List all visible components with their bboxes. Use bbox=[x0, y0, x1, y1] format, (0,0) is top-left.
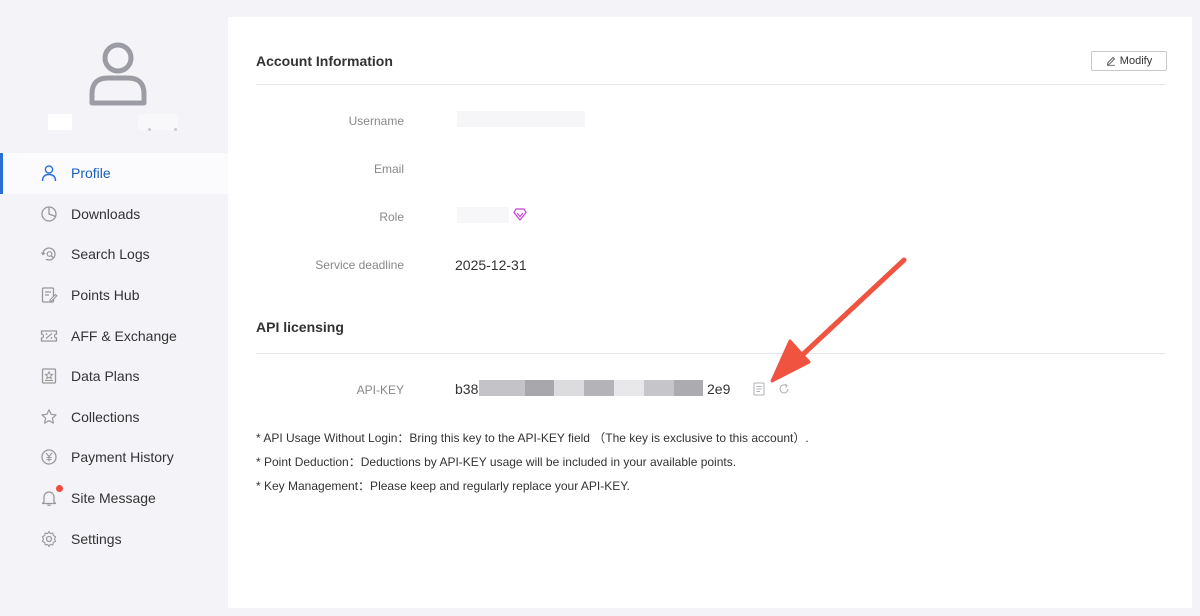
sidebar-item-label: Search Logs bbox=[71, 246, 150, 263]
sidebar-item-search-logs[interactable]: Search Logs bbox=[0, 234, 228, 275]
unread-badge bbox=[56, 484, 63, 492]
sidebar-item-downloads[interactable]: Downloads bbox=[0, 194, 228, 235]
refresh-icon bbox=[779, 383, 789, 394]
modify-label: Modify bbox=[1119, 55, 1153, 67]
sidebar-item-label: Payment History bbox=[71, 449, 174, 466]
service-deadline-value: 2025-12-31 bbox=[455, 257, 527, 273]
modify-button[interactable]: Modify bbox=[1091, 51, 1167, 71]
service-deadline-label: Service deadline bbox=[315, 258, 404, 272]
email-value-redacted bbox=[457, 159, 557, 175]
main-panel: Account Information Modify Username Emai… bbox=[228, 17, 1192, 608]
api-note-key-management: * Key Management：Please keep and regular… bbox=[256, 479, 630, 493]
api-note-usage: * API Usage Without Login：Bring this key… bbox=[256, 431, 809, 445]
sidebar-item-label: Downloads bbox=[71, 205, 141, 222]
role-label: Role bbox=[379, 210, 404, 224]
api-licensing-title: API licensing bbox=[256, 319, 344, 335]
edit-document-icon bbox=[40, 286, 58, 304]
diamond-icon bbox=[513, 208, 527, 221]
pie-chart-icon bbox=[40, 205, 58, 223]
email-label: Email bbox=[373, 162, 404, 176]
sidebar-item-label: Settings bbox=[71, 530, 122, 547]
api-note-point-deduction: * Point Deduction：Deductions by API-KEY … bbox=[256, 455, 737, 469]
sidebar-item-points-hub[interactable]: Points Hub bbox=[0, 275, 228, 316]
sidebar-item-aff-exchange[interactable]: AFF & Exchange bbox=[0, 315, 228, 356]
role-value-redacted bbox=[457, 207, 509, 223]
sidebar-item-label: Points Hub bbox=[71, 287, 140, 304]
username-value-redacted bbox=[457, 111, 585, 127]
api-key-suffix: 2e9 bbox=[707, 381, 731, 397]
yen-circle-icon bbox=[40, 448, 58, 466]
sidebar-item-profile[interactable]: Profile bbox=[0, 153, 228, 194]
bookmark-star-icon bbox=[40, 367, 58, 385]
sidebar-item-payment-history[interactable]: Payment History bbox=[0, 437, 228, 478]
sidebar-item-collections[interactable]: Collections bbox=[0, 397, 228, 438]
regenerate-key-button[interactable] bbox=[777, 381, 791, 397]
sidebar-item-site-message[interactable]: Site Message bbox=[0, 478, 228, 519]
gear-icon bbox=[40, 530, 58, 548]
section-divider bbox=[256, 84, 1166, 85]
sidebar-nav: Profile Downloads Search Logs Points Hub… bbox=[0, 153, 228, 559]
sidebar-item-label: Profile bbox=[71, 165, 111, 182]
api-key-label: API-KEY bbox=[356, 383, 404, 397]
ticket-icon bbox=[40, 327, 58, 345]
sidebar-item-label: AFF & Exchange bbox=[71, 327, 177, 344]
sidebar: Profile Downloads Search Logs Points Hub… bbox=[0, 0, 228, 616]
user-avatar-icon bbox=[89, 42, 147, 106]
edit-icon bbox=[1106, 56, 1115, 66]
sidebar-item-label: Collections bbox=[71, 408, 140, 425]
sidebar-item-label: Data Plans bbox=[71, 368, 140, 385]
user-name-redacted bbox=[48, 112, 188, 134]
avatar[interactable] bbox=[88, 42, 148, 106]
sidebar-item-label: Site Message bbox=[71, 490, 156, 507]
section-divider bbox=[256, 353, 1166, 354]
bell-icon bbox=[40, 489, 58, 507]
sidebar-item-settings[interactable]: Settings bbox=[0, 518, 228, 559]
account-information-title: Account Information bbox=[256, 53, 393, 69]
sidebar-item-data-plans[interactable]: Data Plans bbox=[0, 356, 228, 397]
copy-icon bbox=[753, 382, 765, 396]
copy-key-button[interactable] bbox=[752, 381, 766, 397]
api-key-prefix: b38 bbox=[455, 381, 479, 397]
user-icon bbox=[40, 164, 58, 182]
username-label: Username bbox=[348, 114, 404, 128]
star-icon bbox=[40, 408, 58, 426]
search-history-icon bbox=[40, 245, 58, 263]
